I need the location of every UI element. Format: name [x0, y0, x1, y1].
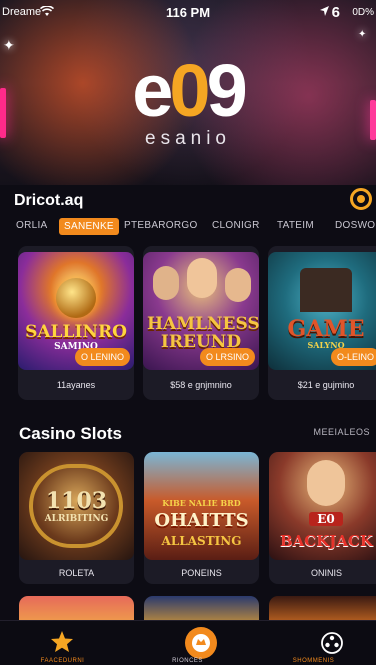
tab-orlia[interactable]: ORLIA: [16, 220, 48, 231]
game-art-title: HAMLNESS: [147, 314, 259, 334]
logo-letter-nine: 9: [206, 49, 248, 132]
game-art-title: E0: [309, 512, 343, 526]
nav-label: RIONCES: [172, 658, 203, 664]
nav-item-shommenis[interactable]: SHOMMENIS: [251, 621, 376, 665]
game-art-title: KIBE NALIE BRD: [162, 498, 241, 508]
chip-icon: [185, 627, 217, 659]
sparkle-icon: ✦: [358, 29, 367, 40]
see-all-link[interactable]: MEEIALEOS: [313, 427, 370, 437]
target-icon[interactable]: [350, 188, 372, 210]
game-thumbnail: E0 BACKJACK: [269, 452, 376, 560]
featured-game-card[interactable]: SALLINRO SAMINO O LENINO 11ayanes: [18, 246, 134, 400]
game-art-title: SALLINRO: [25, 322, 127, 342]
nav-item-rionces[interactable]: RIONCES: [125, 621, 250, 665]
game-thumbnail: GAME SALYNQ O-LEINO: [268, 252, 376, 370]
temple-icon: [300, 268, 352, 312]
tab-sanenke[interactable]: SANENKE: [59, 218, 119, 235]
game-thumbnail: SALLINRO SAMINO O LENINO: [18, 252, 134, 370]
game-caption: $58 e gnjmnino: [170, 380, 232, 390]
game-art-subtitle: ALRIBITING: [44, 514, 109, 524]
game-thumbnail: 1103 ALRIBITING: [19, 452, 134, 560]
character-icon: [187, 258, 217, 298]
tab-clonigr[interactable]: CLONIGR: [212, 220, 260, 231]
slot-game-card[interactable]: 1103 ALRIBITING ROLETA: [19, 452, 134, 584]
nav-item-featured[interactable]: FAACEDURNI: [0, 621, 125, 665]
sparkle-icon: ✦: [3, 37, 15, 53]
logo-letter-zero: 0: [169, 49, 210, 132]
game-thumbnail: HAMLNESS IREUND O LRSINO: [143, 252, 259, 370]
poker-chip-icon: [321, 632, 343, 654]
game-art-subtitle: BACKJACK: [279, 532, 373, 550]
game-badge: O LRSINO: [199, 348, 255, 366]
character-icon: [225, 268, 251, 302]
location-icon: [319, 5, 330, 20]
game-badge: O-LEINO: [330, 348, 376, 366]
featured-game-card[interactable]: GAME SALYNQ O-LEINO $21 e gujmino: [268, 246, 376, 400]
game-caption: ONINIS: [310, 568, 342, 578]
status-bar: Dreamе 116 PM 6 0D%: [0, 0, 376, 26]
game-badge: O LENINO: [74, 348, 130, 366]
game-art-subtitle: OHAITTS: [154, 510, 249, 531]
featured-game-card[interactable]: HAMLNESS IREUND O LRSINO $58 e gnjmnino: [143, 246, 259, 400]
game-caption: ROLETA: [58, 568, 95, 578]
game-caption: PONEINS: [181, 568, 222, 578]
slot-game-card[interactable]: KIBE NALIE BRD OHAITTS ALLASTING PONEINS: [144, 452, 259, 584]
dealer-icon: [307, 460, 345, 506]
brand-subtitle: esanio: [145, 128, 231, 149]
game-caption: 11ayanes: [56, 380, 96, 390]
casino-slots-heading: Casino Slots: [19, 424, 122, 443]
tab-tateim[interactable]: TATEIM: [277, 220, 314, 231]
treasure-icon: [56, 278, 96, 318]
character-icon: [153, 266, 179, 300]
game-art-title: 1103: [45, 488, 108, 514]
featured-games-row: SALLINRO SAMINO O LENINO 11ayanes HAMLNE…: [8, 246, 376, 406]
bottom-navigation: FAACEDURNI RIONCES SHOMMENIS: [0, 620, 376, 665]
tab-doswo[interactable]: DOSWO: [335, 220, 375, 231]
battery-level: 0D%: [352, 7, 374, 18]
brand-logo: e09 esanio: [0, 52, 376, 150]
game-caption: $21 e gujmino: [297, 380, 355, 390]
signal-number: 6: [331, 4, 340, 21]
featured-heading: Driсot.aq: [14, 192, 84, 209]
nav-label: FAACEDURNI: [40, 658, 85, 664]
nav-label: SHOMMENIS: [292, 658, 335, 664]
game-art-tagline: ALLASTING: [161, 534, 242, 548]
slot-game-card[interactable]: E0 BACKJACK ONINIS: [269, 452, 376, 584]
game-thumbnail: KIBE NALIE BRD OHAITTS ALLASTING: [144, 452, 259, 560]
tab-ptebarorgo[interactable]: PTEBARORGO: [124, 220, 198, 231]
logo-letter-e: e: [132, 49, 173, 132]
category-tabs: ORLIA SANENKE PTEBARORGO CLONIGR TATEIM …: [0, 218, 376, 238]
star-icon: [51, 631, 73, 652]
game-art-title: GAME: [287, 316, 365, 342]
